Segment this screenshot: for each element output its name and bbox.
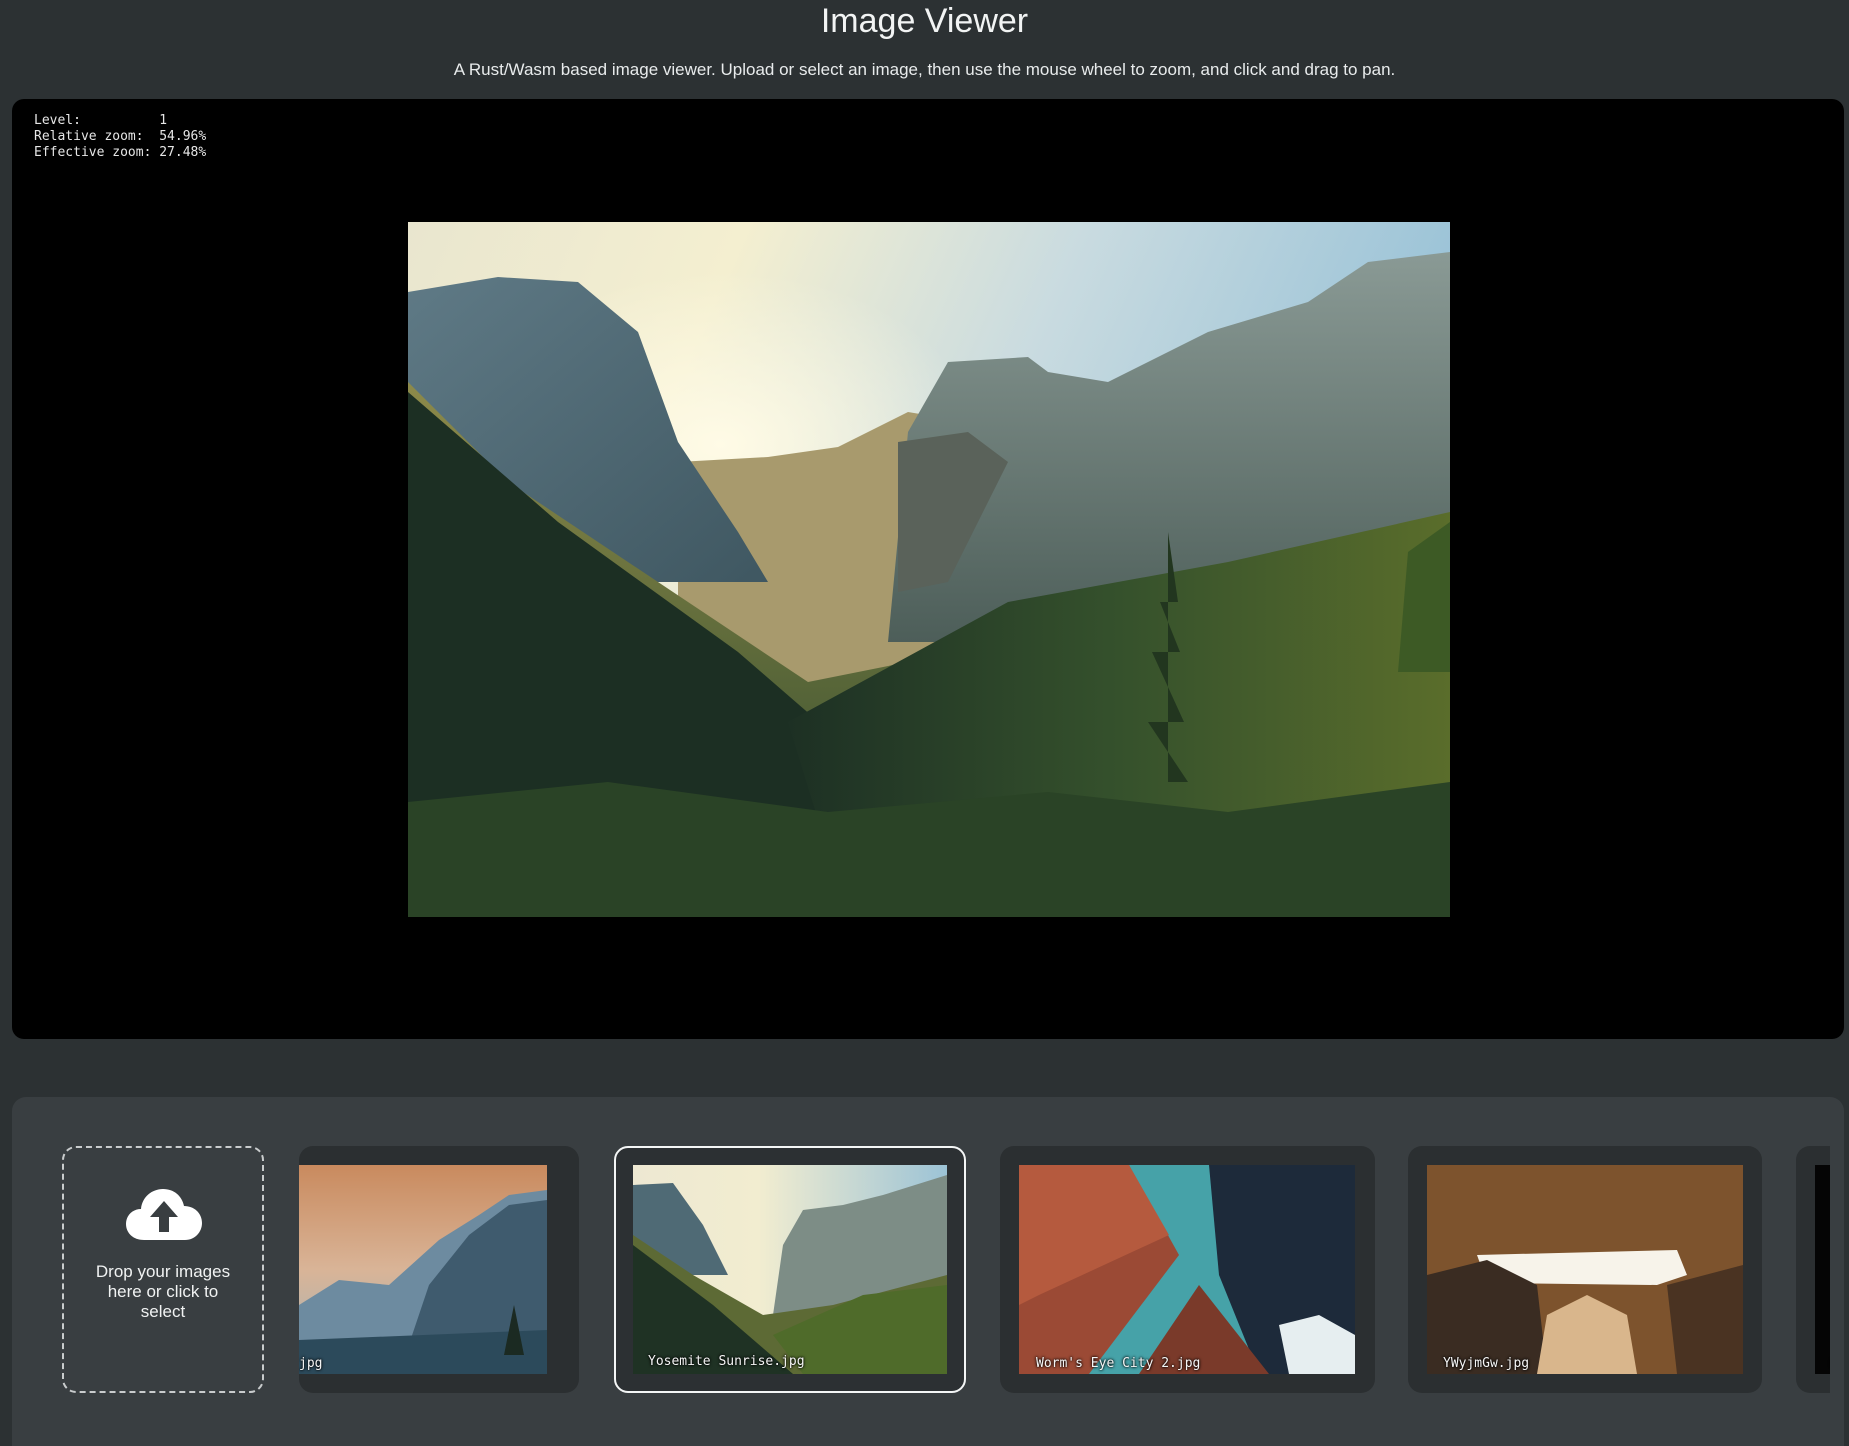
thumbnail-image xyxy=(1815,1165,1830,1374)
cloud-upload-icon xyxy=(126,1189,202,1240)
page-subtitle: A Rust/Wasm based image viewer. Upload o… xyxy=(453,60,1396,79)
thumbnail-caption: Worm's Eye City 2.jpg xyxy=(1036,1356,1201,1371)
thumbnail-caption: YWyjmGw.jpg xyxy=(1443,1356,1530,1371)
level-label: Level: xyxy=(34,113,81,128)
thumbnail-item[interactable]: Worm's Eye City 2.jpg xyxy=(1000,1146,1375,1393)
effective-zoom-label: Effective zoom: xyxy=(34,145,152,160)
relative-zoom-label: Relative zoom: xyxy=(34,129,144,144)
dropzone-text: Drop your images here or click to select xyxy=(95,1262,231,1321)
thumbnail-image xyxy=(633,1165,947,1374)
zoom-stats: Level: 1 Relative zoom: 54.96% Effective… xyxy=(34,113,206,161)
thumbnail-item[interactable]: YWyjmGw.jpg xyxy=(1408,1146,1762,1393)
main-image[interactable] xyxy=(408,222,1450,917)
thumbnail-strip[interactable]: jpg Yosemite Sunrise.jpg Worm's Eye City… xyxy=(299,1146,1830,1396)
effective-zoom-value: 27.48% xyxy=(159,145,207,160)
image-gallery: Drop your images here or click to select xyxy=(12,1097,1844,1446)
thumbnail-image xyxy=(299,1165,547,1374)
page-title: Image Viewer xyxy=(820,2,1029,40)
thumbnail-item[interactable]: m xyxy=(1796,1146,1830,1393)
upload-dropzone[interactable]: Drop your images here or click to select xyxy=(62,1146,264,1393)
thumbnail-caption: Yosemite Sunrise.jpg xyxy=(648,1354,805,1369)
image-viewer-canvas[interactable]: Level: 1 Relative zoom: 54.96% Effective… xyxy=(12,99,1844,1039)
relative-zoom-value: 54.96% xyxy=(159,129,207,144)
thumbnail-item-selected[interactable]: Yosemite Sunrise.jpg xyxy=(614,1146,966,1393)
level-value: 1 xyxy=(159,113,168,128)
thumbnail-image xyxy=(1019,1165,1355,1374)
thumbnail-item[interactable]: jpg xyxy=(299,1146,579,1393)
thumbnail-image xyxy=(1427,1165,1743,1374)
thumbnail-caption: jpg xyxy=(299,1356,323,1371)
